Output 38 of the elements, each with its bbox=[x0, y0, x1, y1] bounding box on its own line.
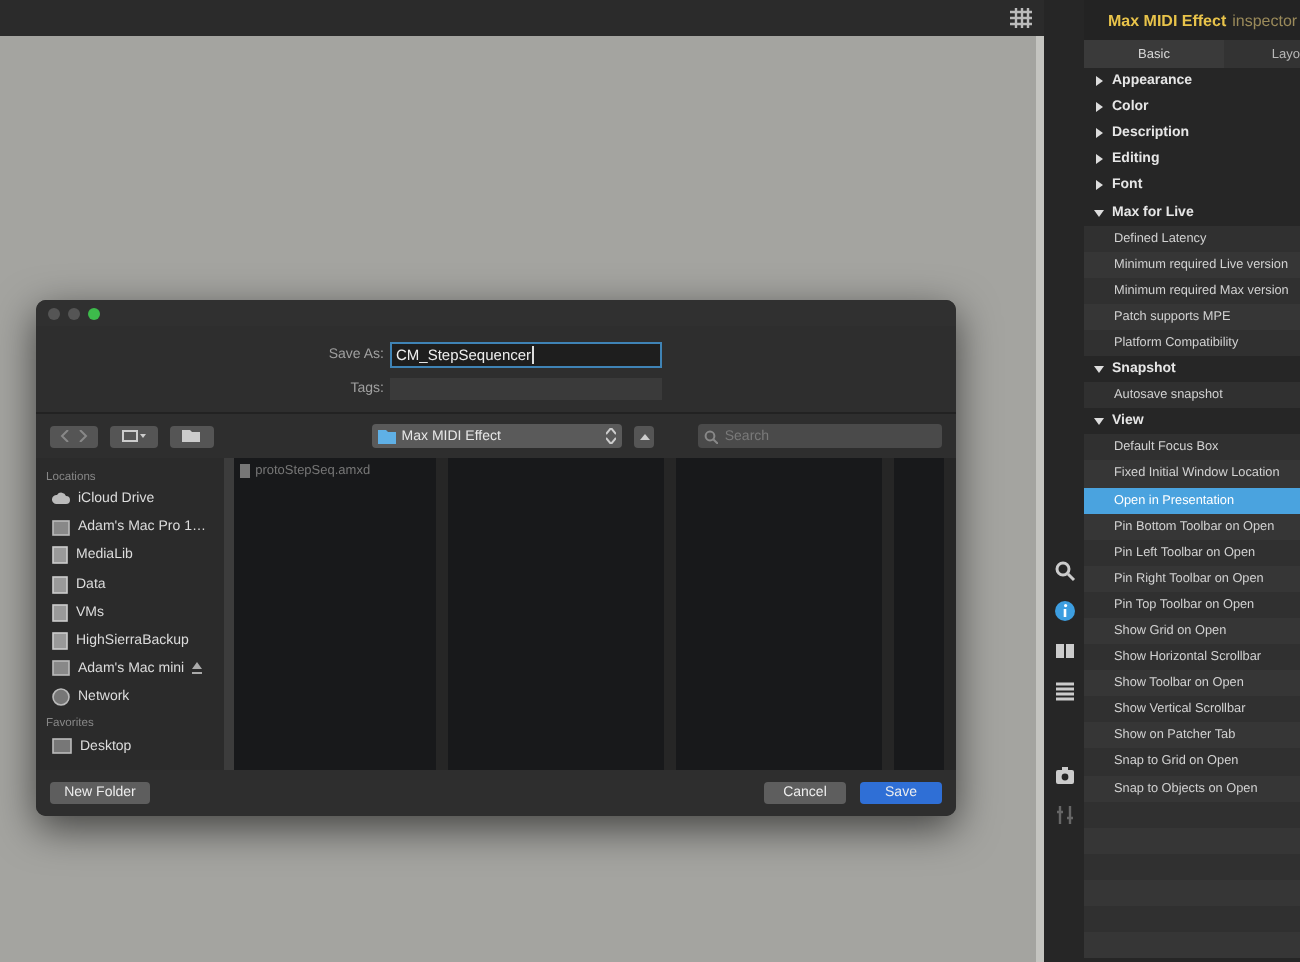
desktop-icon bbox=[52, 738, 72, 755]
folder-icon bbox=[182, 430, 201, 442]
folder-icon bbox=[377, 429, 396, 443]
chevrons-icon bbox=[59, 430, 88, 442]
search-icon[interactable] bbox=[1053, 560, 1075, 582]
cloud-icon bbox=[52, 492, 70, 507]
triangle-right-icon[interactable] bbox=[1094, 76, 1104, 87]
computer-icon bbox=[52, 519, 70, 536]
triangle-down-icon[interactable] bbox=[1094, 364, 1104, 375]
columns-icon bbox=[121, 430, 146, 442]
triangle-right-icon[interactable] bbox=[1094, 128, 1104, 139]
up-down-icon bbox=[606, 428, 617, 444]
zoom-dot[interactable] bbox=[88, 307, 100, 319]
expand-button[interactable] bbox=[634, 425, 655, 447]
triangle-right-icon[interactable] bbox=[1094, 102, 1104, 113]
mixer-icon[interactable] bbox=[1053, 804, 1075, 826]
eject-icon[interactable] bbox=[192, 662, 203, 675]
triangle-right-icon[interactable] bbox=[1094, 180, 1104, 191]
triangle-up-icon bbox=[639, 433, 650, 439]
document-icon bbox=[239, 464, 250, 478]
search-icon bbox=[704, 429, 719, 443]
inspector-title: Max MIDI Effect bbox=[1108, 11, 1227, 29]
globe-icon bbox=[52, 687, 70, 706]
inspector-subtitle: inspector bbox=[1232, 11, 1298, 29]
minimize-dot[interactable] bbox=[68, 307, 80, 319]
new-folder-icon-button[interactable] bbox=[169, 425, 214, 447]
view-mode-button[interactable] bbox=[109, 425, 158, 447]
grid-icon[interactable] bbox=[1010, 8, 1032, 28]
split-view-icon[interactable] bbox=[1053, 640, 1075, 662]
close-dot[interactable] bbox=[48, 307, 60, 319]
list-icon[interactable] bbox=[1053, 680, 1075, 702]
triangle-down-icon[interactable] bbox=[1094, 207, 1104, 218]
camera-icon[interactable] bbox=[1053, 764, 1075, 786]
back-forward-button[interactable] bbox=[50, 425, 98, 447]
triangle-right-icon[interactable] bbox=[1094, 154, 1104, 165]
triangle-down-icon[interactable] bbox=[1094, 416, 1104, 427]
info-icon[interactable] bbox=[1053, 600, 1075, 622]
computer-icon bbox=[52, 660, 70, 677]
